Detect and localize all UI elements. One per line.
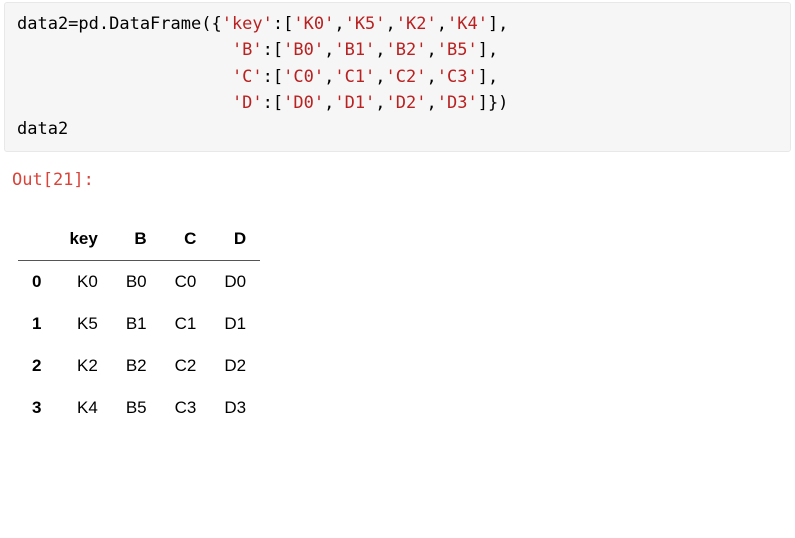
cell: K0: [55, 260, 111, 303]
cell: C0: [161, 260, 211, 303]
output-prompt: Out[21]:: [0, 152, 795, 190]
cell: D0: [210, 260, 260, 303]
cell: D3: [210, 387, 260, 429]
cell: K5: [55, 303, 111, 345]
table-row: 0 K0 B0 C0 D0: [18, 260, 260, 303]
cell: B2: [112, 345, 161, 387]
col-header: B: [112, 218, 161, 261]
table-header-blank: [18, 218, 55, 261]
cell: C3: [161, 387, 211, 429]
cell: C1: [161, 303, 211, 345]
row-index: 1: [18, 303, 55, 345]
row-index: 0: [18, 260, 55, 303]
table-row: 2 K2 B2 C2 D2: [18, 345, 260, 387]
cell: D2: [210, 345, 260, 387]
row-index: 3: [18, 387, 55, 429]
cell: D1: [210, 303, 260, 345]
cell: B0: [112, 260, 161, 303]
code-input-cell[interactable]: data2=pd.DataFrame({'key':['K0','K5','K2…: [4, 2, 791, 152]
table-row: 3 K4 B5 C3 D3: [18, 387, 260, 429]
col-header: D: [210, 218, 260, 261]
cell: C2: [161, 345, 211, 387]
table-header-row: key B C D: [18, 218, 260, 261]
cell: B1: [112, 303, 161, 345]
cell: K2: [55, 345, 111, 387]
dataframe-table: key B C D 0 K0 B0 C0 D0 1 K5 B1 C1 D1: [18, 218, 260, 429]
col-header: C: [161, 218, 211, 261]
table-row: 1 K5 B1 C1 D1: [18, 303, 260, 345]
cell: B5: [112, 387, 161, 429]
cell: K4: [55, 387, 111, 429]
col-header: key: [55, 218, 111, 261]
code-text: data2=pd.DataFrame({'key':['K0','K5','K2…: [17, 14, 508, 139]
row-index: 2: [18, 345, 55, 387]
dataframe-output: key B C D 0 K0 B0 C0 D0 1 K5 B1 C1 D1: [0, 190, 795, 429]
